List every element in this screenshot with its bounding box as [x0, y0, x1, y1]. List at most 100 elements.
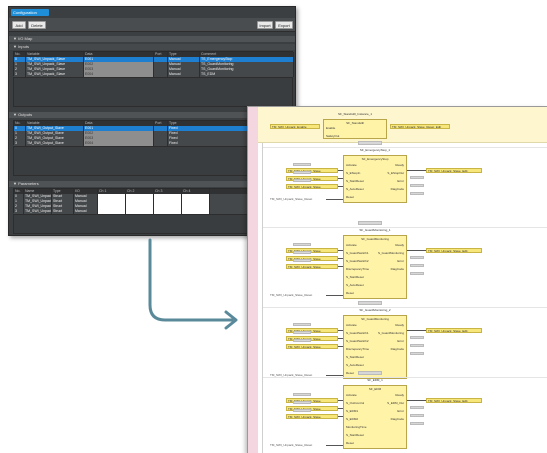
block-instance-name: SF_GuardMonitoring_2	[359, 308, 391, 312]
output-variable[interactable]: TM_SWI_Unpack_Slave_Edit	[426, 168, 482, 173]
wire	[407, 170, 426, 171]
output-variable[interactable]: TM_SWI_Unpack_Slave_Edit	[426, 328, 482, 333]
variable-comment	[293, 401, 311, 404]
variable-comment	[293, 409, 311, 412]
block-instance-name: SF_GuardMonitoring_1	[359, 228, 391, 232]
block-input-pin: MonitoringTime	[346, 425, 367, 429]
input-variable[interactable]: TM_SWI_Unpack_Slave	[286, 264, 338, 269]
output-comment	[410, 176, 424, 179]
block-type-name: SF_EDM	[368, 387, 382, 391]
block-output-pin: S_GuardMonitoring	[377, 331, 404, 335]
block-output-pin: DiagCode	[390, 347, 404, 351]
variable-comment	[293, 393, 311, 396]
wire	[338, 400, 343, 401]
output-comment	[410, 406, 424, 409]
block-input-pin: S_StartReset	[346, 433, 364, 437]
output-comment	[410, 184, 424, 187]
output-variable[interactable]: TM_SWI_Unpack_Slave_Edit	[426, 248, 482, 253]
inputs-table-empty-area	[13, 77, 293, 107]
block-output-pin: DiagCode	[390, 417, 404, 421]
block-instance-name: SF_Standstill_Instance_1	[337, 112, 373, 116]
block-input-pin: S_GuardSwitch1	[346, 331, 369, 335]
block-type-name: SF_EmergencyStop	[361, 157, 389, 161]
inputs-section-header[interactable]: ▼ Inputs	[9, 44, 295, 50]
variable-comment	[293, 171, 311, 174]
wire	[407, 330, 426, 331]
output-variable[interactable]: TM_SWI_Unpack_Slave_Reset_Edit	[390, 124, 450, 129]
block-output-pin: Ready	[395, 163, 404, 167]
reset-variable[interactable]: TM_SWI_Unpack_Slave_Reset	[270, 197, 312, 201]
block-output-pin: Error	[397, 259, 404, 263]
wire	[338, 258, 343, 259]
io-map-section-header[interactable]: ▼ I/O Map	[9, 36, 295, 42]
variable-comment	[293, 179, 311, 182]
block-comment	[358, 221, 382, 225]
block-output-pin: DiagCode	[390, 267, 404, 271]
wire	[326, 445, 343, 446]
block-input-pin: Reset	[346, 371, 354, 375]
block-input-pin: S_AutoReset	[346, 363, 364, 367]
output-variable[interactable]: TM_SWI_Unpack_Slave_Edit	[426, 398, 482, 403]
block-pin: Enable	[326, 126, 336, 130]
block-output-pin: Ready	[395, 243, 404, 247]
standstill-function-block[interactable]: SF_Standstill_Instance_1 SF_Standstill E…	[323, 112, 387, 139]
block-output-pin: Error	[397, 179, 404, 183]
block-input-pin: S_EStopIn	[346, 171, 361, 175]
screenshot-stage: Configuration Add Delete Import Export ▼…	[0, 0, 547, 453]
block-type-name: SF_GuardMonitoring	[361, 237, 389, 241]
block-instance-name: SF_EDM_1	[367, 378, 383, 382]
wire	[338, 408, 343, 409]
block-input-pin: S_GuardSwitch2	[346, 259, 369, 263]
function-block-4[interactable]: SF_EDM_1 SF_EDM Activate S_OutControl S_EDM1…	[343, 378, 407, 449]
export-button[interactable]: Export	[275, 21, 293, 29]
wire	[338, 338, 343, 339]
add-button[interactable]: Add	[12, 21, 26, 29]
variable-comment	[293, 251, 311, 254]
config-tab[interactable]: Configuration	[11, 9, 49, 16]
block-output-pin: S_EStopOut	[387, 171, 404, 175]
input-variable[interactable]: TM_SWI_Unpack_Slave	[286, 344, 338, 349]
block-output-pin: Ready	[395, 393, 404, 397]
block-comment	[358, 141, 382, 145]
output-comment	[410, 344, 424, 347]
delete-button[interactable]: Delete	[28, 21, 46, 29]
reset-variable[interactable]: TM_SWI_Unpack_Slave_Reset	[270, 443, 312, 447]
input-variable[interactable]: TM_SWI_Unpack_Enable	[270, 124, 320, 129]
wire	[326, 295, 343, 296]
function-block-3[interactable]: SF_GuardMonitoring_2 SF_GuardMonitoring Ac…	[343, 308, 407, 379]
variable-comment	[293, 331, 311, 334]
block-instance-name: SF_EmergencyStop_1	[359, 148, 391, 152]
ladder-diagram-window: SF_Standstill_Instance_1 SF_Standstill E…	[247, 106, 547, 453]
block-input-pin: DiscrepancyTime	[346, 347, 370, 351]
block-input-pin: Reset	[346, 291, 354, 295]
reset-variable[interactable]: TM_SWI_Unpack_Slave_Reset	[270, 293, 312, 297]
wire	[338, 186, 343, 187]
variable-comment	[293, 323, 311, 326]
input-variable[interactable]: TM_SWI_Unpack_Slave	[286, 414, 338, 419]
block-output-pin: DiagCode	[390, 187, 404, 191]
variable-comment	[293, 163, 311, 166]
block-input-pin: Reset	[346, 441, 354, 445]
import-button[interactable]: Import	[257, 21, 273, 29]
block-output-pin: Error	[397, 339, 404, 343]
wire	[338, 346, 343, 347]
block-type-name: SF_Standstill	[346, 121, 364, 125]
variable-comment	[293, 339, 311, 342]
block-input-pin: Activate	[346, 243, 357, 247]
output-comment	[410, 352, 424, 355]
block-input-pin: Activate	[346, 393, 357, 397]
input-variable[interactable]: TM_SWI_Unpack_Slave	[286, 184, 338, 189]
output-comment	[410, 336, 424, 339]
block-input-pin: S_AutoReset	[346, 187, 364, 191]
wire	[338, 178, 343, 179]
function-block-2[interactable]: SF_GuardMonitoring_1 SF_GuardMonitoring Ac…	[343, 228, 407, 299]
function-block-1[interactable]: SF_EmergencyStop_1 SF_EmergencyStop Activa…	[343, 148, 407, 203]
output-comment	[410, 192, 424, 195]
block-input-pin: S_GuardSwitch2	[346, 339, 369, 343]
block-input-pin: S_StartReset	[346, 355, 364, 359]
output-comment	[410, 422, 424, 425]
wire	[407, 400, 426, 401]
block-input-pin: S_OutControl	[346, 401, 365, 405]
rung-gutter	[248, 107, 258, 453]
block-comment	[358, 371, 382, 375]
